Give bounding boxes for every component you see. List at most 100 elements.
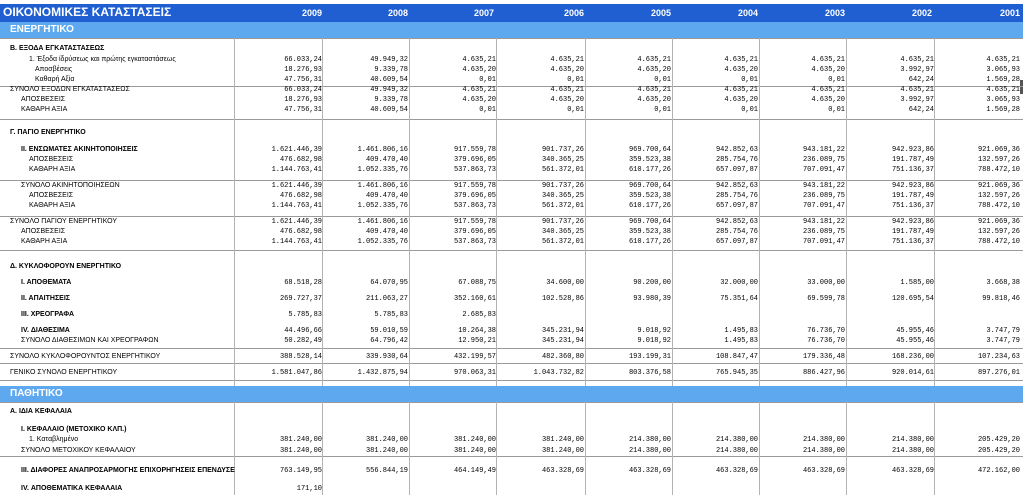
value-cell[interactable]: 345.231,94: [499, 336, 584, 346]
value-cell[interactable]: 3.747,79: [935, 336, 1020, 346]
year-header[interactable]: 2004: [698, 8, 758, 18]
value-cell[interactable]: 3.065,93: [935, 95, 1020, 105]
value-cell[interactable]: 707.091,47: [760, 165, 845, 175]
value-cell[interactable]: 4.635,21: [935, 55, 1020, 65]
value-cell[interactable]: 381.240,00: [237, 446, 322, 456]
value-cell[interactable]: 205.429,20: [935, 446, 1020, 456]
value-cell[interactable]: 40.609,54: [323, 75, 408, 85]
value-cell[interactable]: 432.199,57: [411, 352, 496, 362]
value-cell[interactable]: 67.088,75: [411, 278, 496, 288]
value-cell[interactable]: 45.955,46: [849, 336, 934, 346]
value-cell[interactable]: 751.136,37: [849, 237, 934, 247]
value-cell[interactable]: 64.796,42: [323, 336, 408, 346]
value-cell[interactable]: 4.635,20: [673, 95, 758, 105]
value-cell[interactable]: 34.600,00: [499, 278, 584, 288]
value-cell[interactable]: 942.923,86: [849, 181, 934, 191]
value-cell[interactable]: 76.736,70: [760, 326, 845, 336]
value-cell[interactable]: 1.569,28: [935, 105, 1020, 115]
value-cell[interactable]: 463.328,69: [499, 466, 584, 476]
value-cell[interactable]: 4.635,21: [411, 85, 496, 95]
value-cell[interactable]: 1.461.806,16: [323, 217, 408, 227]
value-cell[interactable]: 18.276,93: [237, 95, 322, 105]
value-cell[interactable]: 763.149,95: [237, 466, 322, 476]
value-cell[interactable]: 18.276,93: [237, 65, 322, 75]
value-cell[interactable]: 642,24: [849, 75, 934, 85]
value-cell[interactable]: 1.585,00: [849, 278, 934, 288]
value-cell[interactable]: 75.351,64: [673, 294, 758, 304]
value-cell[interactable]: 69.599,78: [760, 294, 845, 304]
value-cell[interactable]: 4.635,21: [935, 85, 1020, 95]
value-cell[interactable]: 40.609,54: [323, 105, 408, 115]
value-cell[interactable]: 0,01: [760, 75, 845, 85]
value-cell[interactable]: 803.376,58: [586, 368, 671, 378]
value-cell[interactable]: 120.695,54: [849, 294, 934, 304]
value-cell[interactable]: 47.756,31: [237, 75, 322, 85]
value-cell[interactable]: 44.496,66: [237, 326, 322, 336]
value-cell[interactable]: 409.470,40: [323, 227, 408, 237]
value-cell[interactable]: 3.992,97: [849, 65, 934, 75]
value-cell[interactable]: 340.365,25: [499, 227, 584, 237]
value-cell[interactable]: 379.696,05: [411, 227, 496, 237]
year-header[interactable]: 2005: [611, 8, 671, 18]
value-cell[interactable]: 9.339,78: [323, 95, 408, 105]
value-cell[interactable]: 102.528,86: [499, 294, 584, 304]
value-cell[interactable]: 788.472,10: [935, 237, 1020, 247]
value-cell[interactable]: 66.033,24: [237, 85, 322, 95]
value-cell[interactable]: 1.621.446,39: [237, 145, 322, 155]
value-cell[interactable]: 66.033,24: [237, 55, 322, 65]
value-cell[interactable]: 921.069,36: [935, 217, 1020, 227]
value-cell[interactable]: 45.955,46: [849, 326, 934, 336]
value-cell[interactable]: 132.597,26: [935, 227, 1020, 237]
value-cell[interactable]: 214.380,00: [760, 446, 845, 456]
value-cell[interactable]: 0,01: [586, 75, 671, 85]
value-cell[interactable]: 657.097,87: [673, 201, 758, 211]
value-cell[interactable]: 463.328,69: [849, 466, 934, 476]
value-cell[interactable]: 340.365,25: [499, 155, 584, 165]
year-header[interactable]: 2008: [348, 8, 408, 18]
value-cell[interactable]: 214.380,00: [760, 435, 845, 445]
value-cell[interactable]: 970.063,31: [411, 368, 496, 378]
value-cell[interactable]: 463.328,69: [760, 466, 845, 476]
value-cell[interactable]: 537.863,73: [411, 201, 496, 211]
value-cell[interactable]: 381.240,00: [323, 446, 408, 456]
value-cell[interactable]: 381.240,00: [499, 435, 584, 445]
value-cell[interactable]: 4.635,20: [411, 65, 496, 75]
value-cell[interactable]: 1.461.806,16: [323, 145, 408, 155]
value-cell[interactable]: 68.518,28: [237, 278, 322, 288]
value-cell[interactable]: 1.569,28: [935, 75, 1020, 85]
value-cell[interactable]: 0,01: [760, 105, 845, 115]
value-cell[interactable]: 269.727,37: [237, 294, 322, 304]
value-cell[interactable]: 191.787,49: [849, 155, 934, 165]
value-cell[interactable]: 108.847,47: [673, 352, 758, 362]
value-cell[interactable]: 1.144.763,41: [237, 237, 322, 247]
value-cell[interactable]: 942.852,63: [673, 217, 758, 227]
year-header[interactable]: 2002: [872, 8, 932, 18]
value-cell[interactable]: 285.754,76: [673, 191, 758, 201]
value-cell[interactable]: 4.635,20: [586, 65, 671, 75]
value-cell[interactable]: 917.559,78: [411, 181, 496, 191]
value-cell[interactable]: 4.635,21: [586, 85, 671, 95]
value-cell[interactable]: 193.199,31: [586, 352, 671, 362]
value-cell[interactable]: 0,01: [673, 105, 758, 115]
value-cell[interactable]: 942.923,86: [849, 145, 934, 155]
value-cell[interactable]: 0,01: [499, 75, 584, 85]
value-cell[interactable]: 107.234,63: [935, 352, 1020, 362]
value-cell[interactable]: 642,24: [849, 105, 934, 115]
value-cell[interactable]: 561.372,01: [499, 201, 584, 211]
year-header[interactable]: 2001: [960, 8, 1020, 18]
value-cell[interactable]: 3.747,79: [935, 326, 1020, 336]
value-cell[interactable]: 1.621.446,39: [237, 217, 322, 227]
value-cell[interactable]: 381.240,00: [323, 435, 408, 445]
value-cell[interactable]: 943.181,22: [760, 217, 845, 227]
value-cell[interactable]: 9.018,92: [586, 336, 671, 346]
value-cell[interactable]: 1.581.047,86: [237, 368, 322, 378]
value-cell[interactable]: 969.700,64: [586, 145, 671, 155]
value-cell[interactable]: 214.380,00: [673, 446, 758, 456]
value-cell[interactable]: 464.149,49: [411, 466, 496, 476]
value-cell[interactable]: 476.682,98: [237, 227, 322, 237]
value-cell[interactable]: 340.365,25: [499, 191, 584, 201]
value-cell[interactable]: 3.992,97: [849, 95, 934, 105]
value-cell[interactable]: 381.240,00: [411, 435, 496, 445]
value-cell[interactable]: 0,01: [411, 75, 496, 85]
year-header[interactable]: 2003: [785, 8, 845, 18]
